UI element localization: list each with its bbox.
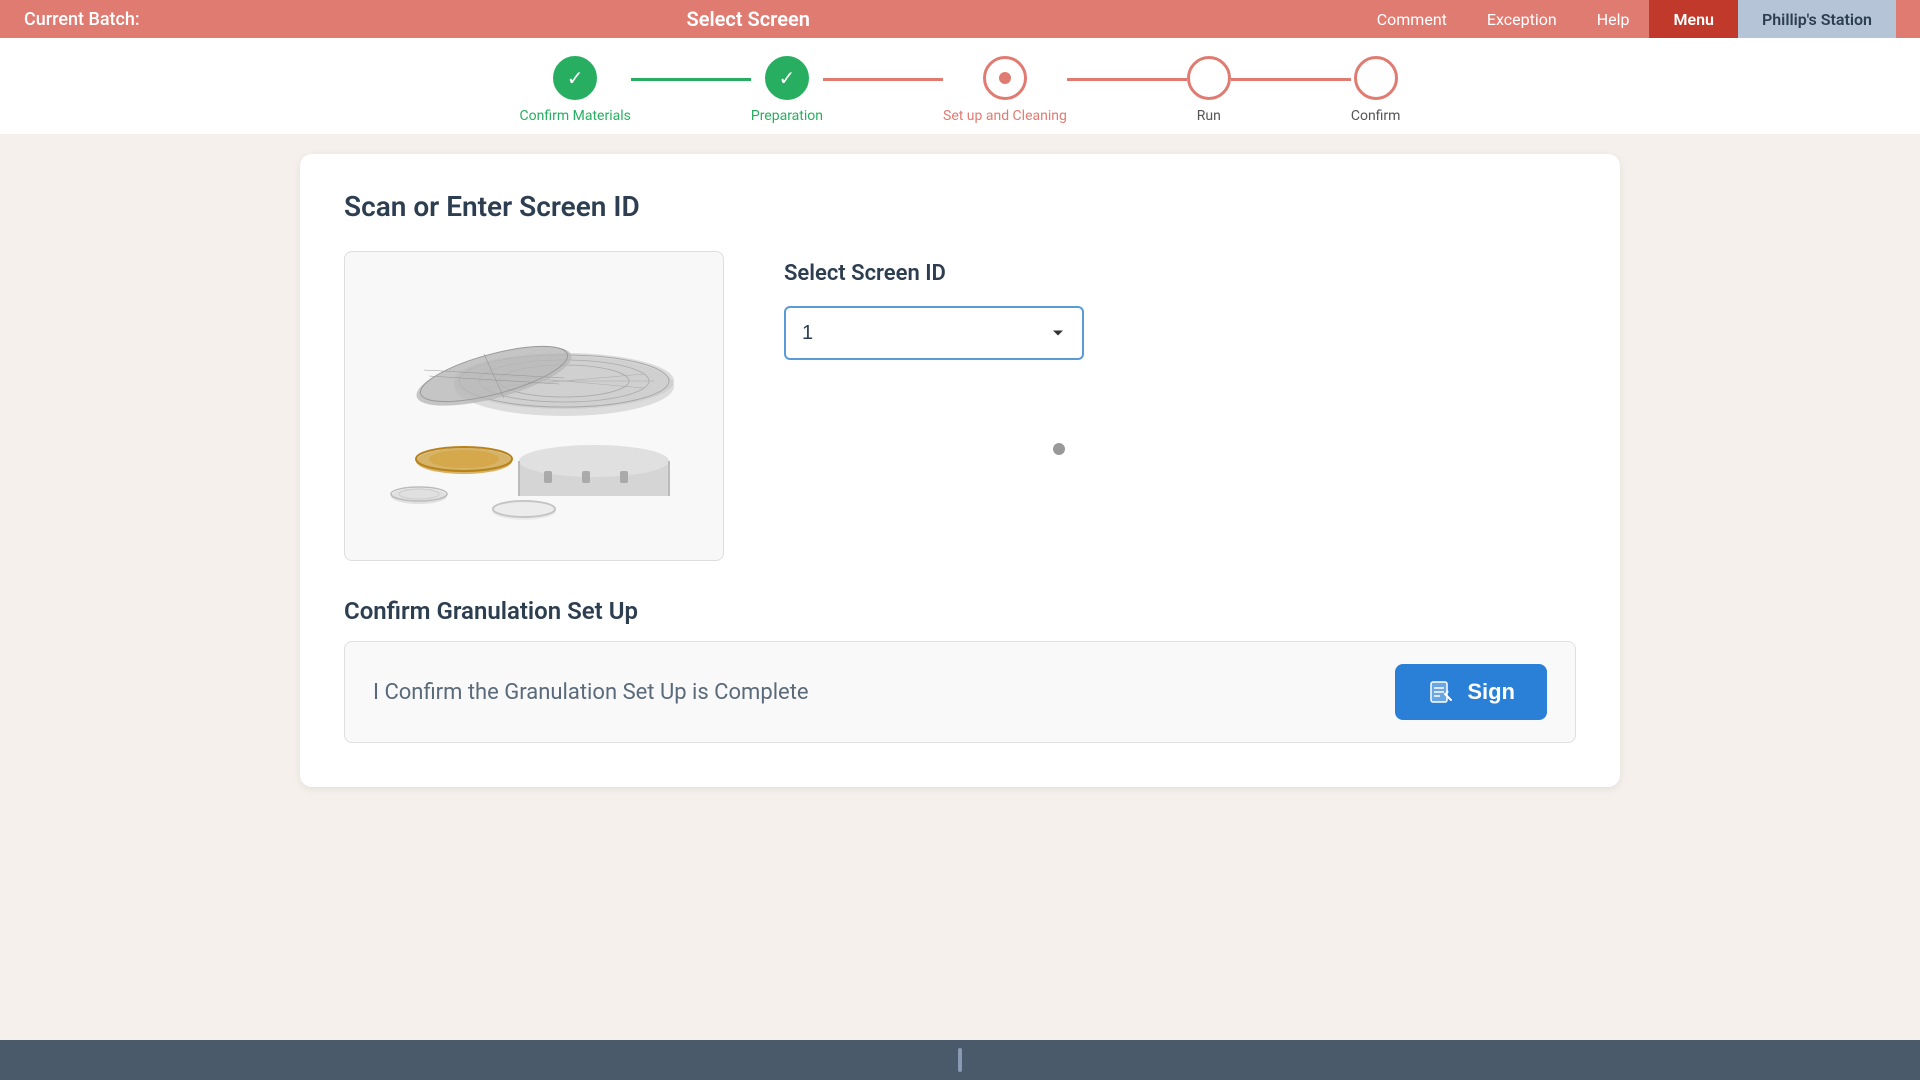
steps-container: ✓ Confirm Materials ✓ Preparation Set up… xyxy=(520,56,1401,124)
current-batch-label: Current Batch: xyxy=(24,9,140,30)
step-label-confirm: Confirm xyxy=(1351,108,1401,124)
header-nav: Comment Exception Help Menu Phillip's St… xyxy=(1357,0,1896,38)
step-circle-preparation: ✓ xyxy=(765,56,809,100)
step-preparation: ✓ Preparation xyxy=(751,56,823,124)
page-title: Select Screen xyxy=(687,7,810,31)
progress-bar: ✓ Confirm Materials ✓ Preparation Set up… xyxy=(0,38,1920,134)
step-setup-cleaning: Set up and Cleaning xyxy=(943,56,1067,124)
step-confirm: Confirm xyxy=(1351,56,1401,124)
step-run: Run xyxy=(1187,56,1231,124)
exception-button[interactable]: Exception xyxy=(1467,0,1577,38)
footer-indicator xyxy=(958,1048,962,1072)
help-button[interactable]: Help xyxy=(1577,0,1650,38)
connector-4 xyxy=(1231,78,1351,81)
step-label-confirm-materials: Confirm Materials xyxy=(520,108,631,124)
confirm-text: I Confirm the Granulation Set Up is Comp… xyxy=(373,680,809,705)
step-label-preparation: Preparation xyxy=(751,108,823,124)
select-screen-id-label: Select Screen ID xyxy=(784,261,1576,286)
connector-1 xyxy=(631,78,751,81)
card-body: Select Screen ID 1 2 3 4 xyxy=(344,251,1576,561)
main-content: Scan or Enter Screen ID xyxy=(0,134,1920,807)
step-circle-confirm-materials: ✓ xyxy=(553,56,597,100)
confirm-section: Confirm Granulation Set Up I Confirm the… xyxy=(344,597,1576,743)
main-card: Scan or Enter Screen ID xyxy=(300,154,1620,787)
step-circle-run xyxy=(1187,56,1231,100)
step-label-run: Run xyxy=(1197,108,1221,124)
connector-3 xyxy=(1067,78,1187,81)
confirm-row: I Confirm the Granulation Set Up is Comp… xyxy=(344,641,1576,743)
screen-id-select[interactable]: 1 2 3 4 xyxy=(784,306,1084,360)
connector-2 xyxy=(823,78,943,81)
screen-image-container xyxy=(344,251,724,561)
menu-button[interactable]: Menu xyxy=(1649,0,1737,38)
sign-icon xyxy=(1427,678,1455,706)
sign-button-label: Sign xyxy=(1467,679,1515,705)
footer xyxy=(0,1040,1920,1080)
confirm-section-title: Confirm Granulation Set Up xyxy=(344,597,1576,625)
screen-image xyxy=(364,266,704,546)
sign-button[interactable]: Sign xyxy=(1395,664,1547,720)
comment-button[interactable]: Comment xyxy=(1357,0,1467,38)
step-circle-confirm xyxy=(1354,56,1398,100)
card-title: Scan or Enter Screen ID xyxy=(344,190,1576,223)
step-circle-setup-cleaning xyxy=(983,56,1027,100)
step-confirm-materials: ✓ Confirm Materials xyxy=(520,56,631,124)
step-label-setup-cleaning: Set up and Cleaning xyxy=(943,108,1067,124)
station-label: Phillip's Station xyxy=(1738,0,1896,38)
select-section: Select Screen ID 1 2 3 4 xyxy=(784,251,1576,561)
header: Current Batch: Select Screen Comment Exc… xyxy=(0,0,1920,38)
